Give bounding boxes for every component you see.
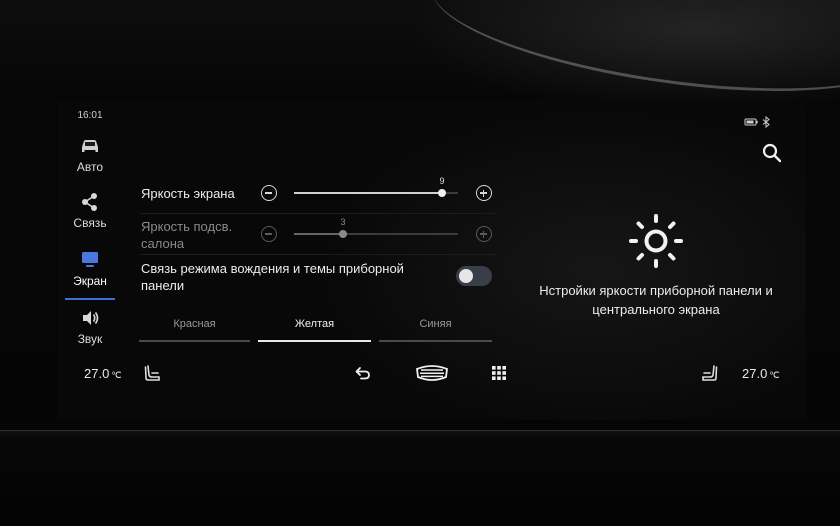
drive-mode-link-label-line2: панели	[141, 278, 185, 293]
bluetooth-icon	[762, 116, 770, 128]
bezel-bottom	[0, 430, 840, 526]
cabin-backlight-label-line2: салона	[141, 236, 185, 251]
right-seat-heat-icon[interactable]	[700, 364, 718, 382]
display-icon	[82, 252, 98, 267]
info-line1: Нстройки яркости приборной панели и	[539, 283, 773, 298]
speaker-icon	[83, 311, 99, 325]
cabin-backlight-increase-button[interactable]	[476, 226, 492, 242]
sidebar-item-label: Звук	[77, 332, 103, 346]
screen-brightness-increase-button[interactable]	[476, 185, 492, 201]
divider	[140, 254, 498, 255]
sidebar-item-label: Авто	[76, 160, 104, 174]
sidebar-item-connection[interactable]: Связь	[62, 192, 118, 230]
brightness-sun-icon	[629, 214, 683, 268]
divider	[140, 213, 498, 214]
theme-tab-yellow[interactable]: Желтая	[258, 318, 371, 342]
home-grille-icon[interactable]	[415, 364, 449, 382]
theme-tab-red[interactable]: Красная	[139, 318, 250, 342]
sidebar-item-label: Связь	[73, 216, 107, 230]
search-icon[interactable]	[762, 143, 782, 163]
right-temperature-value: 27.0	[742, 366, 768, 381]
left-seat-heat-icon[interactable]	[144, 364, 162, 382]
left-temperature[interactable]: 27.0 ℃	[84, 366, 121, 381]
slider-knob[interactable]	[339, 230, 347, 238]
cabin-backlight-value: 3	[340, 217, 346, 227]
right-temperature[interactable]: 27.0 ℃	[742, 366, 779, 381]
back-icon[interactable]	[355, 366, 371, 380]
drive-mode-link-label-line1: Связь режима вождения и темы приборной	[141, 261, 404, 276]
screen-brightness-label: Яркость экрана	[141, 186, 235, 201]
info-line2: центрального экрана	[592, 302, 720, 317]
temperature-unit: ℃	[111, 370, 122, 380]
drive-mode-link-toggle[interactable]	[456, 266, 492, 286]
sidebar-item-auto[interactable]: Авто	[62, 136, 118, 174]
toggle-thumb	[459, 269, 473, 283]
theme-tab-label: Красная	[173, 318, 216, 330]
left-temperature-value: 27.0	[84, 366, 110, 381]
theme-tab-blue[interactable]: Синяя	[379, 318, 492, 342]
info-description: Нстройки яркости приборной панели и цент…	[520, 281, 792, 319]
slider-knob[interactable]	[438, 189, 446, 197]
apps-grid-icon[interactable]	[492, 366, 506, 380]
slider-fill	[294, 192, 442, 194]
clock: 16:01	[77, 110, 103, 121]
status-bar	[744, 116, 770, 128]
cabin-backlight-label-line1: Яркость подсв.	[141, 219, 233, 234]
screen-brightness-decrease-button[interactable]	[261, 185, 277, 201]
temperature-unit: ℃	[769, 370, 780, 380]
cabin-backlight-label: Яркость подсв. салона	[141, 218, 232, 252]
car-icon	[82, 140, 98, 152]
cabin-backlight-decrease-button[interactable]	[261, 226, 277, 242]
drive-mode-link-label: Связь режима вождения и темы приборной п…	[141, 260, 404, 294]
slider-fill	[294, 233, 343, 235]
theme-tab-label: Синяя	[419, 318, 452, 330]
sidebar-item-sound[interactable]: Звук	[62, 308, 118, 346]
screen-brightness-slider[interactable]	[294, 189, 458, 197]
cabin-backlight-slider[interactable]	[294, 230, 458, 238]
sidebar-item-screen[interactable]: Экран	[62, 250, 118, 288]
theme-tab-label: Желтая	[294, 318, 335, 330]
battery-icon	[744, 118, 758, 126]
screen-brightness-value: 9	[439, 176, 445, 186]
share-icon	[82, 193, 97, 211]
sidebar-item-label: Экран	[73, 274, 107, 288]
active-indicator	[65, 298, 115, 300]
